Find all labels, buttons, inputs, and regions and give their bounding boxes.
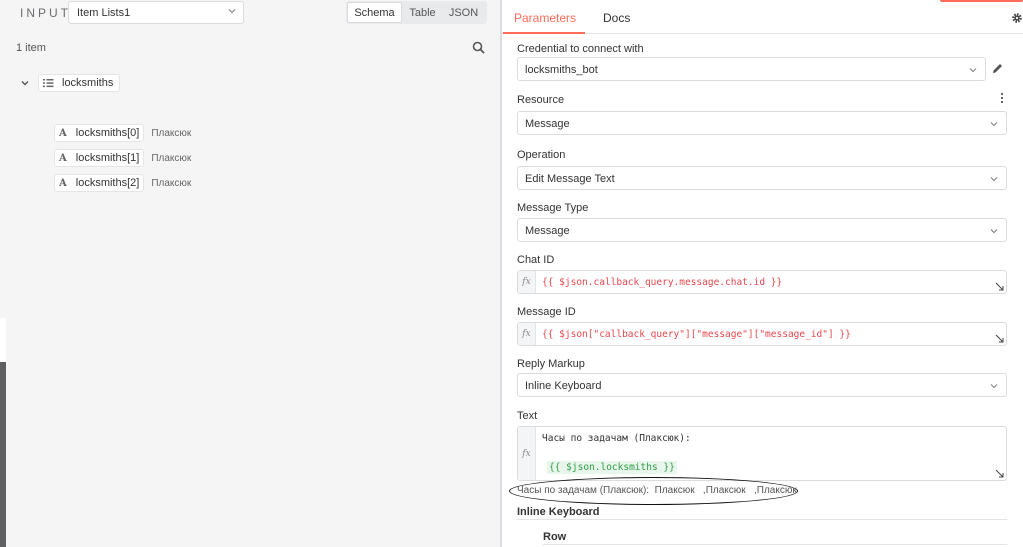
inline-keyboard-title: Inline Keyboard [517, 506, 600, 518]
tree-root[interactable]: locksmiths [20, 74, 121, 92]
tree-item[interactable]: A locksmiths[1] Плаксюк [54, 149, 191, 167]
tab-json[interactable]: JSON [443, 2, 484, 23]
active-tab-indicator [503, 32, 585, 34]
tree-root-label: locksmiths [62, 77, 114, 89]
string-type-icon: A [59, 152, 67, 164]
pencil-icon[interactable] [991, 62, 1004, 75]
tab-schema[interactable]: Schema [347, 2, 402, 23]
fx-icon: fx [518, 427, 536, 480]
view-tabs: Schema Table JSON [346, 1, 487, 24]
chevron-down-icon [990, 122, 998, 127]
expand-icon[interactable] [995, 469, 1004, 478]
gear-icon[interactable] [1011, 12, 1023, 24]
text-line: Часы по задачам (Плаксюк): [542, 433, 691, 444]
input-panel: INPUT Item Lists1 Schema Table JSON 1 it… [0, 0, 500, 547]
operation-label: Operation [517, 149, 566, 161]
resource-value: Message [525, 118, 570, 130]
operation-value: Edit Message Text [525, 173, 615, 185]
tree-item-key: locksmiths[0] [75, 127, 140, 139]
tab-table[interactable]: Table [402, 2, 443, 23]
expand-icon[interactable] [995, 282, 1004, 291]
node-select-value: Item Lists1 [77, 7, 131, 19]
string-type-icon: A [59, 177, 67, 189]
reply-markup-value: Inline Keyboard [525, 380, 602, 392]
panel-edge [0, 362, 6, 547]
chevron-down-icon [990, 177, 998, 182]
resource-select[interactable]: Message [517, 111, 1007, 135]
chevron-down-icon [990, 384, 998, 389]
fx-icon: fx [518, 271, 536, 293]
parameters-tabs: Parameters Docs [502, 0, 1023, 34]
message-type-select[interactable]: Message [517, 218, 1007, 242]
credential-value: locksmiths_bot [525, 64, 598, 76]
text-label: Text [517, 410, 538, 422]
credential-select[interactable]: locksmiths_bot [517, 57, 986, 81]
accent-bar [940, 0, 1023, 2]
tree-item-value: Плаксюк [151, 152, 192, 164]
item-count: 1 item [16, 42, 46, 54]
resource-label: Resource [517, 94, 565, 106]
message-id-label: Message ID [517, 306, 576, 318]
tree-item[interactable]: A locksmiths[0] Плаксюк [54, 124, 191, 142]
chevron-down-icon [990, 229, 998, 234]
fx-icon: fx [518, 323, 536, 345]
tree-item-chip[interactable]: A locksmiths[2] [54, 174, 145, 192]
text-field[interactable]: fx Часы по задачам (Плаксюк): {{ $json.l… [517, 426, 1007, 481]
chevron-down-icon [228, 9, 236, 14]
row-title: Row [543, 531, 567, 543]
node-select[interactable]: Item Lists1 [68, 1, 244, 24]
chat-id-field[interactable]: fx {{ $json.callback_query.message.chat.… [517, 270, 1007, 294]
text-expression: {{ $json.locksmiths }} [547, 461, 677, 474]
reply-markup-select[interactable]: Inline Keyboard [517, 373, 1007, 397]
message-type-label: Message Type [517, 202, 589, 214]
tree-item-chip[interactable]: A locksmiths[1] [54, 149, 145, 167]
message-type-value: Message [525, 225, 570, 237]
string-type-icon: A [59, 127, 67, 139]
tree-item-value: Плаксюк [151, 177, 192, 189]
tree-root-chip[interactable]: locksmiths [38, 74, 121, 92]
chevron-down-icon [969, 68, 977, 73]
credential-label: Credential to connect with [517, 43, 644, 55]
section-divider [517, 519, 1007, 520]
message-id-field[interactable]: fx {{ $json["callback_query"]["message"]… [517, 322, 1007, 346]
chat-id-label: Chat ID [517, 254, 555, 266]
expand-icon[interactable] [995, 334, 1004, 343]
tab-docs[interactable]: Docs [603, 11, 630, 25]
operation-select[interactable]: Edit Message Text [517, 166, 1007, 190]
tree-item[interactable]: A locksmiths[2] Плаксюк [54, 174, 191, 192]
panel-divider[interactable] [500, 0, 502, 547]
search-icon[interactable] [472, 41, 485, 54]
chat-id-expression: {{ $json.callback_query.message.chat.id … [542, 277, 783, 288]
panel-edge [0, 318, 6, 362]
message-id-expression: {{ $json["callback_query"]["message"]["m… [542, 329, 851, 340]
tree-item-key: locksmiths[2] [75, 177, 140, 189]
tree-item-value: Плаксюк [151, 127, 192, 139]
input-label: INPUT [20, 6, 71, 20]
more-options-icon[interactable] [998, 92, 1006, 104]
row-divider [543, 544, 1007, 545]
tab-parameters[interactable]: Parameters [514, 11, 576, 25]
tree-item-key: locksmiths[1] [75, 152, 140, 164]
tree-item-chip[interactable]: A locksmiths[0] [54, 124, 145, 142]
reply-markup-label: Reply Markup [517, 358, 585, 370]
text-preview: Часы по задачам (Плаксюк): Плаксюк ,Плак… [517, 485, 797, 496]
chevron-down-icon[interactable] [20, 78, 30, 88]
list-icon [43, 79, 54, 88]
